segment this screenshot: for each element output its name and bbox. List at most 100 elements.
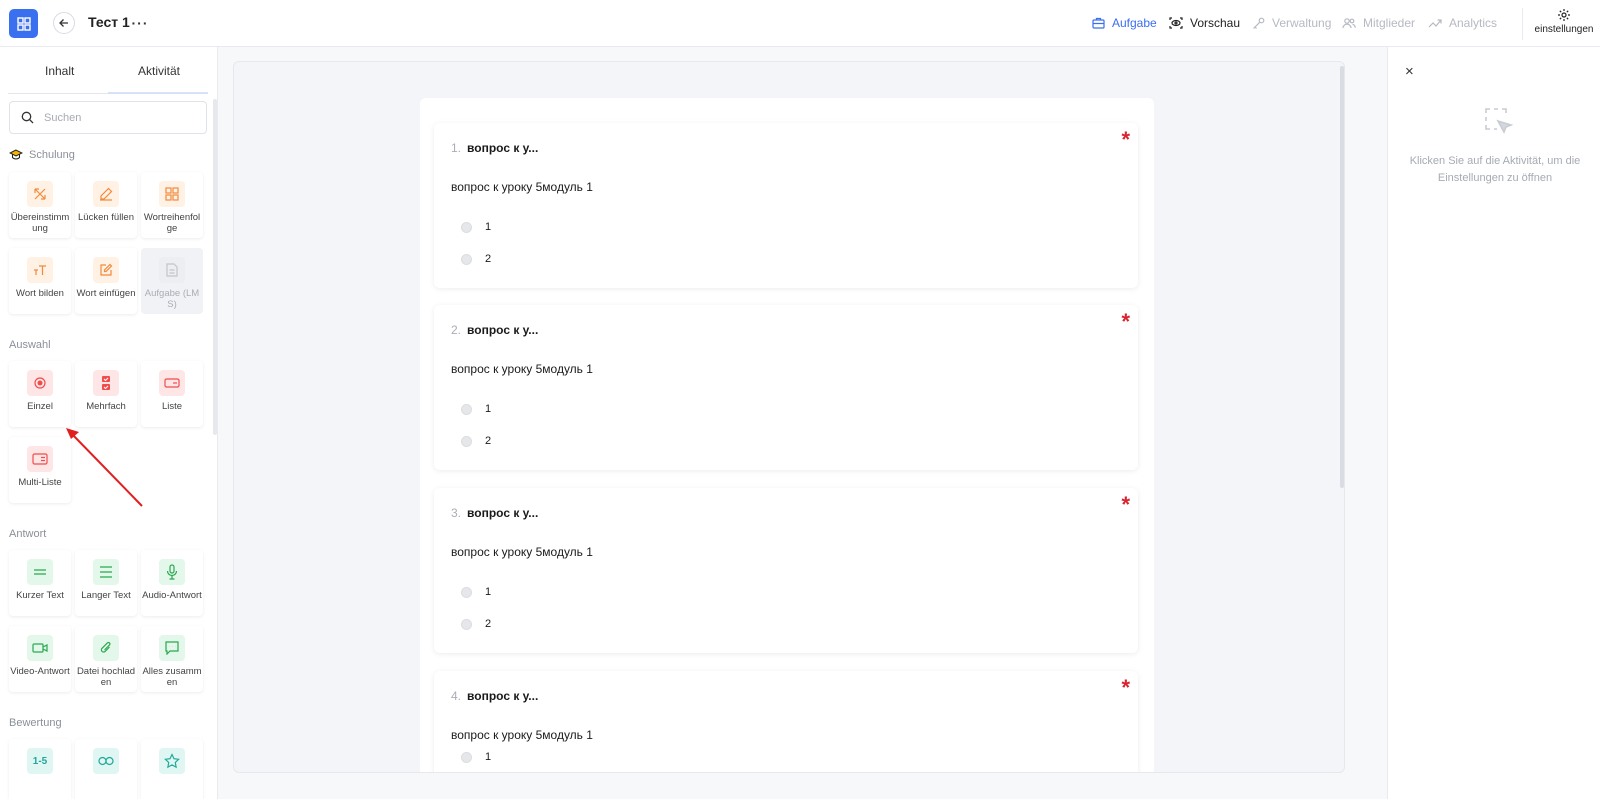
- radio-button[interactable]: [461, 435, 472, 447]
- gear-icon: [1558, 9, 1570, 21]
- section-bewertung-label: Bewertung: [9, 717, 62, 729]
- chat-bubble-icon: [159, 635, 185, 661]
- canvas-scrollbar[interactable]: [1340, 66, 1344, 488]
- grid-icon: [16, 16, 31, 31]
- grid-blocks-icon: [159, 181, 185, 207]
- tile-bewertung-star[interactable]: [141, 739, 203, 799]
- tab-aktivitat[interactable]: Aktivität: [138, 64, 180, 78]
- tile-label: Aufgabe (LMS): [144, 288, 200, 310]
- radio-button[interactable]: [461, 403, 472, 415]
- tile-ubereinstimmung[interactable]: Übereinstimmung: [9, 172, 71, 238]
- required-marker: *: [1121, 492, 1130, 517]
- question-card-2[interactable]: 2. вопрос к у... * вопрос к уроку 5модул…: [434, 305, 1138, 470]
- sidebar-scrollbar[interactable]: [213, 99, 217, 435]
- tile-label: Wortreihenfolge: [143, 212, 201, 234]
- tile-liste[interactable]: Liste: [141, 361, 203, 427]
- section-antwort: Antwort: [9, 528, 46, 540]
- scale-label: 1-5: [32, 755, 48, 767]
- settings-button[interactable]: einstellungen: [1532, 8, 1596, 35]
- text-size-icon: [27, 257, 53, 283]
- search-input[interactable]: [44, 111, 184, 124]
- tile-alles-zusammen[interactable]: Alles zusammen: [141, 626, 203, 692]
- key-icon: [1250, 15, 1266, 31]
- tile-label: Kurzer Text: [16, 590, 64, 601]
- tile-label: Übereinstimmung: [10, 212, 70, 234]
- annotation-arrow-icon: [66, 428, 143, 507]
- tile-wort-bilden[interactable]: Wort bilden: [9, 248, 71, 314]
- question-card-3[interactable]: 3. вопрос к у... * вопрос к уроку 5модул…: [434, 488, 1138, 653]
- tile-label: Langer Text: [81, 590, 131, 601]
- scale-icon: 1-5: [27, 748, 53, 774]
- tile-einzel[interactable]: Einzel: [9, 361, 71, 427]
- tile-lucken-fullen[interactable]: Lücken füllen: [75, 172, 137, 238]
- tile-kurzer-text[interactable]: Kurzer Text: [9, 550, 71, 616]
- tile-label: Audio-Antwort: [142, 590, 202, 601]
- section-bewertung: Bewertung: [9, 717, 62, 729]
- tab-inhalt[interactable]: Inhalt: [45, 64, 74, 78]
- graduation-cap-icon: [9, 149, 23, 160]
- settings-label: einstellungen: [1534, 24, 1594, 35]
- option-item[interactable]: 1: [461, 221, 491, 233]
- option-item[interactable]: 1: [461, 751, 491, 763]
- radio-button[interactable]: [461, 618, 472, 630]
- back-button[interactable]: [53, 12, 75, 34]
- section-auswahl-label: Auswahl: [9, 339, 51, 351]
- tile-scale-1-5[interactable]: 1-5: [9, 739, 71, 799]
- required-marker: *: [1121, 309, 1130, 334]
- tile-langer-text[interactable]: Langer Text: [75, 550, 137, 616]
- tile-audio-antwort[interactable]: Audio-Antwort: [141, 550, 203, 616]
- tile-wortreihenfolge[interactable]: Wortreihenfolge: [141, 172, 203, 238]
- nav-mitglieder[interactable]: Mitglieder: [1341, 0, 1415, 46]
- edit-square-icon: [93, 257, 119, 283]
- option-item[interactable]: 1: [461, 403, 491, 415]
- multi-list-icon: [27, 446, 53, 472]
- divider: [1522, 8, 1523, 40]
- section-schulung-label: Schulung: [29, 149, 75, 161]
- question-header: 4. вопрос к у...: [451, 689, 538, 703]
- tile-video-antwort[interactable]: Video-Antwort: [9, 626, 71, 692]
- apps-grid-button[interactable]: [9, 9, 38, 38]
- users-icon: [1341, 15, 1357, 31]
- document-icon: [159, 257, 185, 283]
- question-title: вопрос к у...: [467, 506, 539, 520]
- option-item[interactable]: 2: [461, 618, 491, 630]
- tile-label: Datei hochladen: [76, 666, 136, 688]
- nav-vorschau-label: Vorschau: [1190, 16, 1241, 30]
- option-item[interactable]: 1: [461, 586, 491, 598]
- tile-label: Liste: [161, 401, 183, 412]
- question-card-4[interactable]: 4. вопрос к у... * вопрос к уроку 5модул…: [434, 671, 1138, 772]
- nav-vorschau[interactable]: Vorschau: [1168, 0, 1240, 46]
- question-header: 2. вопрос к у...: [451, 323, 538, 337]
- select-cursor-icon: [1484, 107, 1514, 142]
- radio-button[interactable]: [461, 253, 472, 265]
- radio-button[interactable]: [461, 751, 472, 763]
- match-arrows-icon: [27, 181, 53, 207]
- section-schulung: Schulung: [9, 149, 75, 161]
- tile-datei-hochladen[interactable]: Datei hochladen: [75, 626, 137, 692]
- radio-button[interactable]: [461, 221, 472, 233]
- tile-label: Wort bilden: [16, 288, 64, 299]
- active-tab-indicator: [108, 92, 208, 94]
- eye-preview-icon: [1168, 15, 1184, 31]
- tile-bewertung-2[interactable]: [75, 739, 137, 799]
- tile-label: Lücken füllen: [78, 212, 134, 223]
- option-item[interactable]: 2: [461, 253, 491, 265]
- nav-verwaltung[interactable]: Verwaltung: [1250, 0, 1331, 46]
- search-box[interactable]: [9, 101, 207, 134]
- smileys-icon: [93, 748, 119, 774]
- nav-analytics[interactable]: Analytics: [1427, 0, 1497, 46]
- tile-label: Video-Antwort: [10, 666, 70, 677]
- nav-aufgabe[interactable]: Aufgabe: [1090, 0, 1157, 46]
- radio-button[interactable]: [461, 586, 472, 598]
- question-card-1[interactable]: 1. вопрос к у... * вопрос к уроку 5модул…: [434, 123, 1138, 288]
- close-button[interactable]: ×: [1405, 63, 1414, 80]
- top-bar: Тест 1 ··· Aufgabe Vorschau Verwaltung M…: [0, 0, 1600, 47]
- option-item[interactable]: 2: [461, 435, 491, 447]
- trend-up-icon: [1427, 15, 1443, 31]
- tile-aufgabe-lms[interactable]: Aufgabe (LMS): [141, 248, 203, 314]
- tile-label: Mehrfach: [86, 401, 126, 412]
- tile-mehrfach[interactable]: Mehrfach: [75, 361, 137, 427]
- tile-wort-einfugen[interactable]: Wort einfügen: [75, 248, 137, 314]
- option-label: 2: [485, 435, 492, 447]
- more-options-button[interactable]: ···: [130, 13, 150, 33]
